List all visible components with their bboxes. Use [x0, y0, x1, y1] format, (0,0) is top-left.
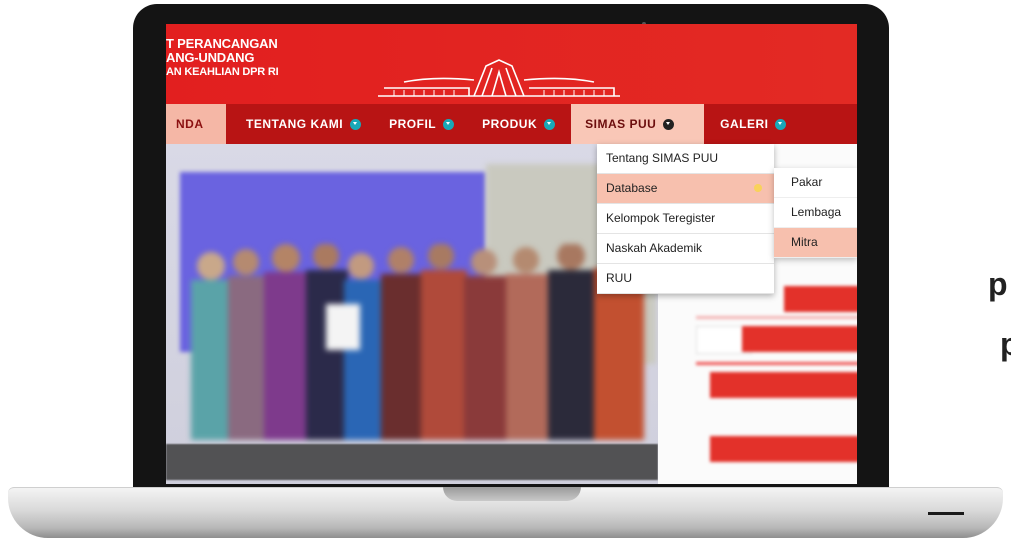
- chevron-down-icon: [544, 118, 556, 130]
- divider: [696, 316, 857, 319]
- submenu-item-label: Pakar: [791, 175, 823, 189]
- dropdown-item-tentang-simas-puu[interactable]: Tentang SIMAS PUU: [597, 144, 774, 174]
- nav-item-produk[interactable]: PRODUK: [472, 104, 565, 144]
- nav-item-tentang-kami[interactable]: TENTANG KAMI: [236, 104, 371, 144]
- submenu-item-lembaga[interactable]: Lembaga: [774, 198, 857, 228]
- nav-item-profil[interactable]: PROFIL: [379, 104, 464, 144]
- dropdown-item-ruu[interactable]: RUU: [597, 264, 774, 294]
- nav-label: NDA: [176, 117, 204, 131]
- parliament-building-logo: [378, 59, 620, 97]
- laptop-indicator: [928, 512, 964, 515]
- dropdown-item-label: Tentang SIMAS PUU: [606, 151, 719, 165]
- nav-item-galeri[interactable]: GALERI: [710, 104, 796, 144]
- submenu-item-label: Mitra: [791, 235, 818, 249]
- database-submenu: Pakar Lembaga Mitra: [774, 168, 857, 258]
- submenu-item-pakar[interactable]: Pakar: [774, 168, 857, 198]
- submenu-item-label: Lembaga: [791, 205, 842, 219]
- tab-arsip[interactable]: [742, 326, 857, 352]
- chevron-down-icon: [663, 118, 675, 130]
- nav-label: GALERI: [720, 117, 769, 131]
- photo-group-people: [191, 244, 644, 440]
- nav-label: PRODUK: [482, 117, 538, 131]
- news-button[interactable]: [710, 372, 857, 398]
- side-button[interactable]: [784, 286, 857, 312]
- nav-item-beranda[interactable]: NDA: [166, 104, 226, 144]
- divider: [696, 362, 857, 365]
- nav-label: SIMAS PUU: [585, 117, 657, 131]
- photo-caption: [166, 444, 658, 480]
- brand-line-1: T PERANCANGAN: [166, 36, 278, 51]
- dropdown-item-label: RUU: [606, 271, 632, 285]
- chevron-down-icon: [350, 118, 362, 130]
- main-nav: NDA TENTANG KAMI PROFIL PRODUK SIMAS PUU…: [166, 104, 857, 144]
- news-button[interactable]: [710, 436, 857, 462]
- nav-label: TENTANG KAMI: [246, 117, 344, 131]
- laptop-notch: [443, 487, 581, 501]
- dropdown-item-naskah-akademik[interactable]: Naskah Akademik: [597, 234, 774, 264]
- dropdown-item-label: Kelompok Teregister: [606, 211, 716, 225]
- site-header: T PERANCANGAN ANG-UNDANG AN KEAHLIAN DPR…: [166, 24, 857, 104]
- site-brand[interactable]: T PERANCANGAN ANG-UNDANG AN KEAHLIAN DPR…: [166, 37, 279, 79]
- cropped-text-1: p: [988, 266, 1008, 302]
- nav-label: PROFIL: [389, 117, 437, 131]
- dropdown-item-label: Naskah Akademik: [606, 241, 703, 255]
- dropdown-item-database[interactable]: Database: [597, 174, 774, 204]
- chevron-right-icon: [754, 184, 762, 192]
- brand-line-3: AN KEAHLIAN DPR RI: [166, 66, 279, 78]
- simas-puu-dropdown: Tentang SIMAS PUU Database Kelompok Tere…: [597, 144, 774, 294]
- nav-item-simas-puu[interactable]: SIMAS PUU: [571, 104, 705, 144]
- chevron-down-icon: [443, 118, 455, 130]
- dropdown-item-kelompok-teregister[interactable]: Kelompok Teregister: [597, 204, 774, 234]
- laptop-screen: T PERANCANGAN ANG-UNDANG AN KEAHLIAN DPR…: [166, 24, 857, 484]
- chevron-down-icon: [775, 118, 787, 130]
- dropdown-item-label: Database: [606, 181, 658, 195]
- submenu-item-mitra[interactable]: Mitra: [774, 228, 857, 258]
- brand-line-2: ANG-UNDANG: [166, 50, 255, 65]
- cropped-text-2: p: [1000, 326, 1011, 362]
- slider-photo[interactable]: [166, 144, 658, 484]
